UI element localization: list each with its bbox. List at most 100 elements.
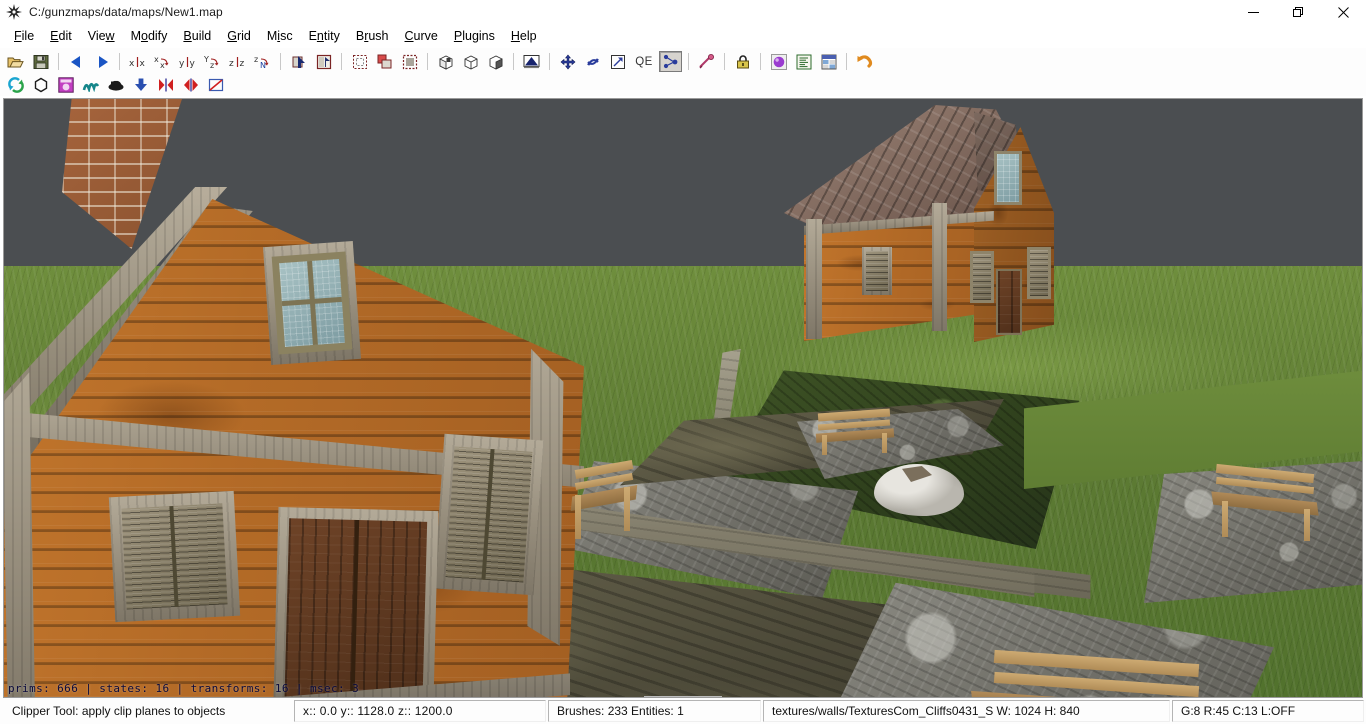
large-log-house bbox=[4, 99, 604, 697]
toolbar-separator bbox=[119, 53, 120, 70]
refresh-models-button[interactable] bbox=[4, 75, 27, 96]
rotate-tool-button[interactable] bbox=[581, 51, 604, 72]
svg-text:Y: Y bbox=[203, 55, 209, 64]
bench-leg-right bbox=[882, 433, 887, 453]
menu-brush[interactable]: Brush bbox=[348, 26, 397, 46]
save-map-button[interactable] bbox=[29, 51, 52, 72]
svg-text:y: y bbox=[189, 59, 195, 69]
menu-entity[interactable]: Entity bbox=[301, 26, 348, 46]
small-house-window bbox=[862, 247, 892, 295]
status-bar: Clipper Tool: apply clip planes to objec… bbox=[0, 698, 1366, 724]
no-patch-icon[interactable] bbox=[204, 75, 227, 96]
svg-text:z: z bbox=[229, 59, 234, 69]
viewport-container: prims: 666 | states: 16 | transforms: 16… bbox=[0, 96, 1366, 698]
menu-modify[interactable]: Modify bbox=[123, 26, 176, 46]
flip-red-icon[interactable] bbox=[179, 75, 202, 96]
padlock-icon[interactable] bbox=[731, 51, 754, 72]
move-tool-button[interactable] bbox=[556, 51, 579, 72]
vertical-splitter-grip[interactable] bbox=[1362, 359, 1363, 437]
scale-tool-button[interactable] bbox=[606, 51, 629, 72]
bench-leg-right bbox=[624, 487, 630, 531]
boulder-rock bbox=[874, 464, 964, 516]
small-house-corner-left bbox=[806, 219, 822, 339]
entity-inspector-button[interactable] bbox=[767, 51, 790, 72]
svg-text:x: x bbox=[139, 59, 145, 69]
status-coordinates: x:: 0.0 y:: 1128.0 z:: 1200.0 bbox=[294, 700, 546, 722]
hexagon-outline-icon[interactable] bbox=[29, 75, 52, 96]
toolbar-separator bbox=[760, 53, 761, 70]
menu-build[interactable]: Build bbox=[175, 26, 219, 46]
svg-text:x: x bbox=[129, 59, 135, 69]
flip-x-button[interactable]: x x bbox=[126, 51, 149, 72]
svg-text:z: z bbox=[210, 61, 214, 69]
toolbar-separator bbox=[549, 53, 550, 70]
menu-plugins[interactable]: Plugins bbox=[446, 26, 503, 46]
caulk-selection-button[interactable] bbox=[312, 51, 335, 72]
window-shutters bbox=[866, 251, 888, 291]
bend-arrows-icon[interactable] bbox=[79, 75, 102, 96]
status-message: Clipper Tool: apply clip planes to objec… bbox=[12, 704, 226, 718]
rotate-y-button[interactable]: Y z bbox=[201, 51, 224, 72]
flip-z-button[interactable]: z z bbox=[226, 51, 249, 72]
texture-lock-button[interactable] bbox=[520, 51, 543, 72]
bench-leg-left bbox=[822, 435, 827, 455]
radiant-editor-window: C:/gunzmaps/data/maps/New1.map File Edit bbox=[0, 0, 1366, 724]
3d-camera-view[interactable]: prims: 666 | states: 16 | transforms: 16… bbox=[3, 98, 1363, 698]
patch-inspector-button[interactable] bbox=[54, 75, 77, 96]
main-toolbar: x x x x y y Y z z z z N QE bbox=[0, 49, 1366, 74]
toolbar-separator bbox=[58, 53, 59, 70]
menu-view[interactable]: View bbox=[80, 26, 123, 46]
window-controls bbox=[1231, 0, 1366, 24]
svg-text:x: x bbox=[154, 55, 159, 64]
status-brush-count: Brushes: 233 Entities: 1 bbox=[548, 700, 761, 722]
menu-grid[interactable]: Grid bbox=[219, 26, 259, 46]
menu-misc[interactable]: Misc bbox=[259, 26, 301, 46]
svg-text:N: N bbox=[260, 61, 266, 69]
open-map-button[interactable] bbox=[4, 51, 27, 72]
prev-brush-button[interactable] bbox=[65, 51, 88, 72]
bench-right bbox=[1211, 463, 1320, 541]
bench-back-slat bbox=[993, 671, 1200, 697]
bench-left bbox=[569, 460, 641, 541]
toolbar-separator bbox=[724, 53, 725, 70]
small-house-corner-mid bbox=[932, 203, 947, 331]
svg-text:x: x bbox=[160, 61, 165, 69]
bench-front bbox=[964, 649, 1204, 697]
minimize-button[interactable] bbox=[1231, 0, 1276, 24]
menu-curve[interactable]: Curve bbox=[397, 26, 446, 46]
mirror-red-icon[interactable] bbox=[154, 75, 177, 96]
flip-y-button[interactable]: y y bbox=[176, 51, 199, 72]
texture-browser-button[interactable] bbox=[817, 51, 840, 72]
rotate-z-button[interactable]: z N bbox=[251, 51, 274, 72]
bench-leg-left bbox=[575, 495, 581, 539]
svg-text:z: z bbox=[254, 55, 258, 64]
render-stats-overlay: prims: 666 | states: 16 | transforms: 16… bbox=[8, 682, 360, 695]
select-partial-tall-button[interactable] bbox=[398, 51, 421, 72]
menu-file[interactable]: File bbox=[6, 26, 42, 46]
small-house-gable-window bbox=[994, 151, 1022, 205]
toolbar-separator bbox=[427, 53, 428, 70]
menu-edit[interactable]: Edit bbox=[42, 26, 80, 46]
radiant-star-icon bbox=[5, 3, 23, 21]
restore-button[interactable] bbox=[1276, 0, 1321, 24]
select-complete-tall-button[interactable] bbox=[348, 51, 371, 72]
menu-help[interactable]: Help bbox=[503, 26, 545, 46]
bench-back bbox=[815, 408, 896, 455]
csg-merge-button[interactable] bbox=[459, 51, 482, 72]
insert-down-icon[interactable] bbox=[129, 75, 152, 96]
csg-subtract-button[interactable] bbox=[434, 51, 457, 72]
next-brush-button[interactable] bbox=[90, 51, 113, 72]
select-touching-button[interactable] bbox=[373, 51, 396, 72]
house-window-right bbox=[433, 433, 545, 596]
vertex-edit-button[interactable] bbox=[659, 51, 682, 72]
close-button[interactable] bbox=[1321, 0, 1366, 24]
entity-connect-button[interactable] bbox=[695, 51, 718, 72]
console-button[interactable] bbox=[792, 51, 815, 72]
horizontal-splitter-grip[interactable] bbox=[644, 696, 722, 697]
csg-hollow-button[interactable] bbox=[484, 51, 507, 72]
cap-patch-icon[interactable] bbox=[104, 75, 127, 96]
undo-button[interactable] bbox=[853, 51, 876, 72]
clipper-tool-button[interactable] bbox=[287, 51, 310, 72]
rotate-x-button[interactable]: x x bbox=[151, 51, 174, 72]
qe-tool-button[interactable]: QE bbox=[631, 51, 657, 72]
